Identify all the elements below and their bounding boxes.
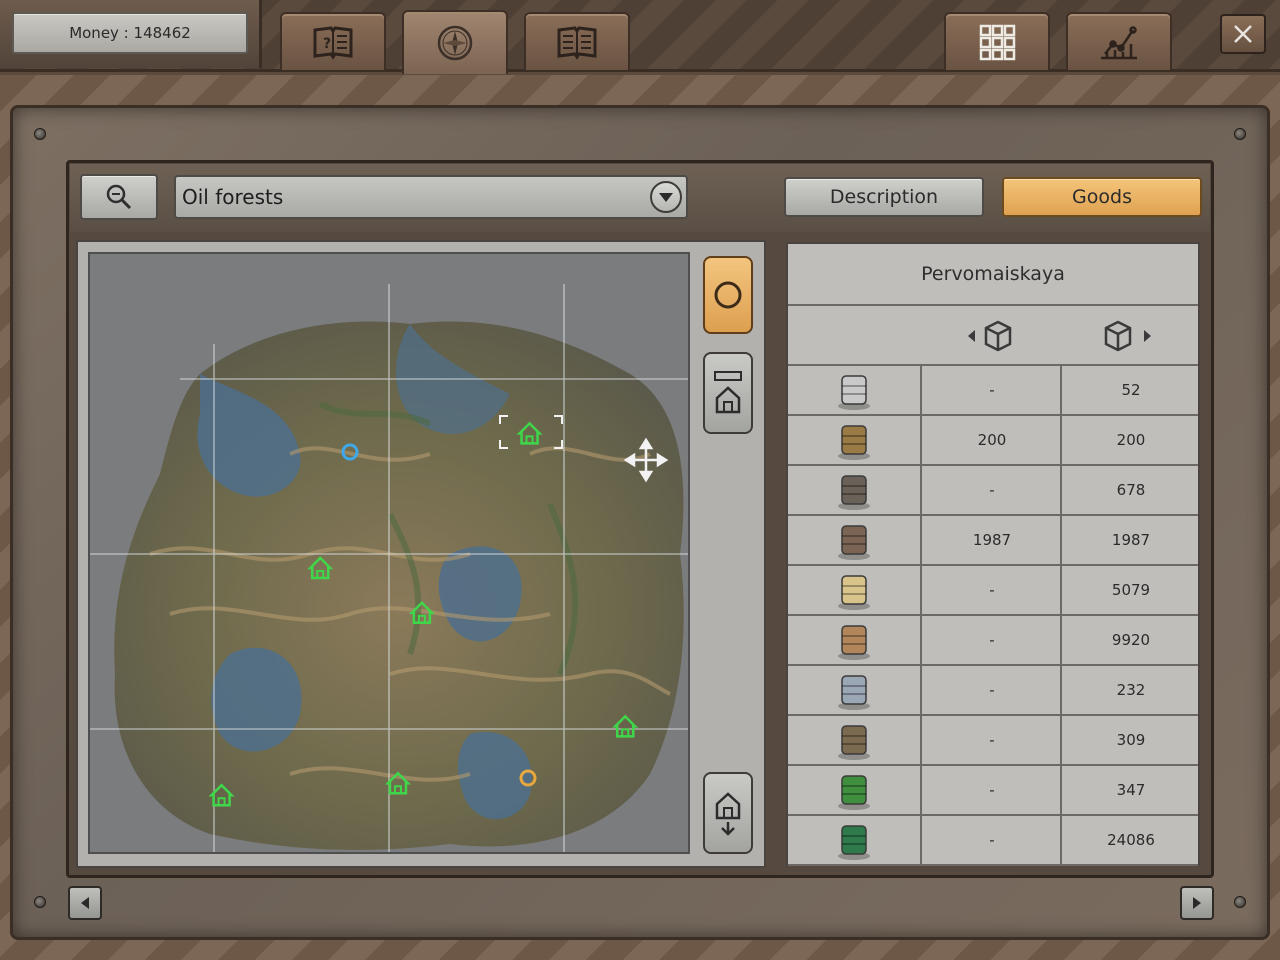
goods-row[interactable]: - 52: [788, 366, 1198, 416]
house-down-button[interactable]: [703, 772, 753, 854]
close-icon: [1234, 25, 1252, 43]
book-icon: [557, 26, 597, 60]
magnifier-icon: [106, 184, 132, 210]
tray-icon: [788, 366, 922, 414]
house-up-icon: [714, 371, 742, 414]
goods-row[interactable]: 200 200: [788, 416, 1198, 466]
goods-panel: Pervomaiskaya -52 200 200-678 1987 1987-5079…: [786, 242, 1200, 866]
help-book-icon: ?: [313, 26, 353, 60]
zoom-button[interactable]: [80, 174, 158, 220]
town-name: Pervomaiskaya: [788, 244, 1198, 306]
goods-export-value: 1987: [1111, 531, 1151, 549]
ore-icon: [788, 466, 922, 514]
goods-import-value: -: [924, 816, 1062, 864]
goods-import-value: -: [924, 616, 1062, 664]
goods-export-value: 309: [1116, 731, 1146, 749]
tab-compass[interactable]: [402, 10, 508, 74]
grid-icon: [979, 24, 1016, 61]
goods-row[interactable]: - 232: [788, 666, 1198, 716]
goods-export-value: 52: [1121, 381, 1141, 399]
goods-row[interactable]: - 24086: [788, 816, 1198, 866]
chart-icon: [1101, 26, 1137, 60]
canister-icon: [788, 666, 922, 714]
map-terrain: [90, 254, 688, 852]
goods-import-value: -: [924, 466, 1062, 514]
rivet: [34, 896, 46, 908]
goods-import-value: -: [924, 666, 1062, 714]
goods-import-value: 200: [924, 416, 1062, 464]
house-down-icon: [715, 792, 741, 836]
map-mode-circle-button[interactable]: [703, 256, 753, 334]
description-label: Description: [829, 186, 939, 208]
goods-export-value: 200: [1116, 431, 1146, 449]
tractor-icon: [788, 766, 922, 814]
arrow-left-icon: [81, 897, 89, 909]
goods-row[interactable]: - 5079: [788, 566, 1198, 616]
goods-import-value: 1987: [924, 516, 1062, 564]
tab-help-book[interactable]: ?: [280, 12, 386, 70]
money-value: 148462: [133, 24, 191, 42]
goods-label: Goods: [1072, 186, 1132, 208]
goods-row[interactable]: - 309: [788, 716, 1198, 766]
goods-row[interactable]: - 678: [788, 466, 1198, 516]
goods-export-value: 9920: [1111, 631, 1151, 649]
money-label: Money :: [69, 24, 129, 42]
prev-page-button[interactable]: [68, 886, 102, 920]
rivet: [34, 128, 46, 140]
goods-row[interactable]: - 347: [788, 766, 1198, 816]
next-page-button[interactable]: [1180, 886, 1214, 920]
goods-export-value: 678: [1116, 481, 1146, 499]
region-select[interactable]: Oil forests: [174, 175, 688, 219]
goods-row[interactable]: 1987 1987: [788, 516, 1198, 566]
tab-stats[interactable]: [1066, 12, 1172, 70]
money-display: Money : 148462: [12, 12, 248, 54]
description-button[interactable]: Description: [784, 177, 984, 217]
tab-book[interactable]: [524, 12, 630, 70]
box-out-icon: [1102, 318, 1162, 354]
documents-icon: [788, 566, 922, 614]
region-select-value: Oil forests: [182, 185, 284, 209]
machine-parts-icon: [788, 716, 922, 764]
goods-import-value: -: [924, 366, 1062, 414]
close-button[interactable]: [1220, 14, 1266, 54]
chevron-down-icon: [659, 193, 673, 202]
circle-icon: [714, 281, 742, 309]
goods-import-value: -: [924, 716, 1062, 764]
goods-import-value: -: [924, 566, 1062, 614]
dropdown-arrow-button[interactable]: [650, 181, 682, 213]
compass-icon: [437, 25, 473, 61]
goods-row[interactable]: - 9920: [788, 616, 1198, 666]
goods-export-value: 347: [1116, 781, 1146, 799]
house-up-button[interactable]: [703, 352, 753, 434]
crate-icon: [788, 616, 922, 664]
oil-barrel-icon: [788, 516, 922, 564]
goods-header: [788, 306, 1198, 366]
goods-button[interactable]: Goods: [1002, 177, 1202, 217]
region-map[interactable]: [88, 252, 690, 854]
barrels-icon: [788, 416, 922, 464]
money-plate: Money : 148462: [0, 0, 262, 68]
box-in-icon: [964, 318, 1024, 354]
goods-export-value: 24086: [1107, 831, 1155, 849]
goods-export-value: 232: [1116, 681, 1146, 699]
rivet: [1234, 896, 1246, 908]
goods-export-value: 5079: [1111, 581, 1151, 599]
tab-grid[interactable]: [944, 12, 1050, 70]
goods-import-value: -: [924, 766, 1062, 814]
arrow-right-icon: [1193, 897, 1201, 909]
rivet: [1234, 128, 1246, 140]
circuit-board-icon: [788, 816, 922, 864]
svg-text:?: ?: [323, 36, 331, 52]
